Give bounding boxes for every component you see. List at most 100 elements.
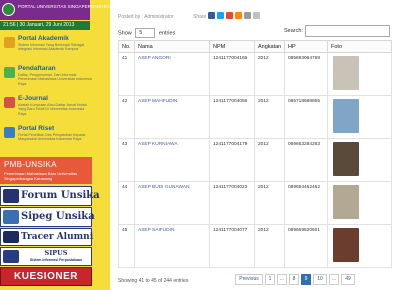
cell-angkatan: 2012 [254,95,285,139]
student-photo[interactable] [333,185,359,219]
previous-button[interactable]: Previous [235,274,263,285]
cell-angkatan: 2012 [254,138,285,182]
cell-angkatan: 2012 [254,52,285,96]
checkmark-icon [4,67,15,78]
table-row: 45 ASEP SAIFUDIN 1241177004077 2012 08966982… [118,224,392,268]
column-header-foto[interactable]: Foto [327,40,392,53]
student-photo[interactable] [333,142,359,176]
cell-npm: 1241177004077 [209,224,255,268]
sipeg-unsika-banner[interactable]: Sipeg Unsika [0,207,95,227]
kuesioner-button[interactable]: KUESIONER [0,267,92,286]
sidebar: PORTAL UNIVERSITAS SINGAPERBANGSA KARAWA… [0,0,137,290]
table-info: Showing 41 to 45 of 244 entries [118,278,189,284]
column-header-nama[interactable]: Nama [134,40,210,53]
menu-e-journal[interactable]: E-Journal Adalah Kumpulan Atau Daftar Ju… [0,94,92,124]
cell-hp: 089669820601 [284,224,328,268]
cell-no: 45 [118,224,135,268]
research-icon [4,127,15,138]
page-button[interactable]: ... [329,274,339,285]
menu-portal-akademik[interactable]: Portal Akademik Sistem Informasi Yang Be… [0,34,92,64]
student-photo[interactable] [333,228,359,262]
cell-foto [327,138,392,182]
menu-title: Portal Akademik [18,35,69,42]
cell-npm: 1241177004179 [209,138,255,182]
share-icon[interactable] [253,12,260,19]
banner-label: SIPUS [44,249,68,257]
column-header-hp[interactable]: HP [284,40,328,53]
page-button[interactable]: 8 [289,274,299,285]
entries-select[interactable]: 5 [135,28,156,38]
pmb-desc: Penerimaan Mahasiswa Baru Universitas Si… [4,171,78,181]
sipeg-icon [3,210,19,224]
banner-label: Forum Unsika [21,190,100,201]
table-row: 42 ASEP MAHFUDIN 1241177004056 2012 08571868… [118,95,392,139]
share-icon[interactable] [235,12,242,19]
cell-npm: 1241177004056 [209,95,255,139]
banner-label: Sipeg Unsika [21,211,95,222]
university-title: PORTAL UNIVERSITAS SINGAPERBANGSA KARAWA… [18,4,137,9]
tracer-alumni-banner[interactable]: Tracer Alumni [0,228,93,246]
sipus-subtitle: Sistem Informasi Perpustakaan [29,258,83,262]
cell-npm: 1241177004166 [209,52,255,96]
cell-foto [327,95,392,139]
university-logo-icon [2,3,15,16]
page-button[interactable]: ... [277,274,287,285]
share-icon[interactable] [208,12,215,19]
cell-nama: ASEP MAHFUDIN [134,95,210,139]
graduation-cap-icon [3,231,19,243]
cell-nama: ASEP ANGORI [134,52,210,96]
page-button[interactable]: 49 [341,274,355,285]
menu-title: E-Journal [18,95,48,102]
menu-portal-riset[interactable]: Portal Riset Portal Penelitian Dan Penga… [0,124,92,154]
student-photo[interactable] [333,99,359,133]
page: PORTAL UNIVERSITAS SINGAPERBANGSA KARAWA… [0,0,400,290]
cell-angkatan: 2012 [254,181,285,225]
page-button[interactable]: 9 [301,274,311,285]
menu-title: Portal Riset [18,125,55,132]
show-entries: Show 5 entries [118,28,175,38]
student-photo[interactable] [333,56,359,90]
cell-foto [327,181,392,225]
cell-nama: ASEP SAIFUDIN [134,224,210,268]
menu-desc: Sistem Informasi Yang Berfungsi Sebagai … [18,43,85,52]
cell-nama: ASEP BUDI GUNAWAN [134,181,210,225]
cell-no: 42 [118,95,135,139]
column-header-no[interactable]: No. [118,40,135,53]
pmb-banner[interactable]: PMB-UNSIKA Penerimaan Mahasiswa Baru Uni… [0,157,92,184]
forum-icon [3,189,19,203]
menu-pendaftaran[interactable]: Pendaftaran Daftar, Pengumuman, Dan Info… [0,64,92,94]
cell-foto [327,52,392,96]
share-icon[interactable] [244,12,251,19]
university-header[interactable]: PORTAL UNIVERSITAS SINGAPERBANGSA KARAWA… [0,0,137,20]
cell-hp: 089654462462 [284,181,328,225]
show-label: Show [118,30,132,37]
posted-by: Posted by : Administrator [118,14,174,20]
column-header-angkatan[interactable]: Angkatan [254,40,285,53]
forum-unsika-banner[interactable]: Forum Unsika [0,186,100,206]
page-button[interactable]: 1 [265,274,275,285]
entries-label: entries [158,30,176,37]
table-row: 43 ASEP KURNIAWA 1241177004179 2012 08966328… [118,138,392,182]
cell-no: 44 [118,181,135,225]
page-button[interactable]: 10 [313,274,327,285]
menu-desc: Daftar, Pengumuman, Dan Informasi Peneri… [18,73,92,86]
share-icon[interactable] [217,12,224,19]
cell-nama: ASEP KURNIAWA [134,138,210,182]
menu-desc: Portal Penelitian Dan Pengabdian Kepada … [18,133,86,142]
cell-no: 41 [118,52,135,96]
table-row: 44 ASEP BUDI GUNAWAN 1241177004023 2012 0896… [118,181,392,225]
column-header-npm[interactable]: NPM [209,40,255,53]
search-input[interactable] [305,25,390,37]
menu-desc: Adalah Kumpulan Atau Daftar Jurnal Ilmia… [18,103,87,116]
table-header-row: No. Nama NPM Angkatan HP Foto [118,40,392,53]
share-icon[interactable] [226,12,233,19]
cell-foto [327,224,392,268]
share-label: Share [193,14,207,20]
pmb-title: PMB-UNSIKA [4,160,57,169]
library-icon [3,250,19,263]
cell-hp: 085693064768 [284,52,328,96]
sipus-banner[interactable]: SIPUS Sistem Informasi Perpustakaan [0,247,92,266]
cell-no: 43 [118,138,135,182]
cell-angkatan: 2012 [254,224,285,268]
student-table: No. Nama NPM Angkatan HP Foto 41 ASEP ANG… [118,40,392,268]
